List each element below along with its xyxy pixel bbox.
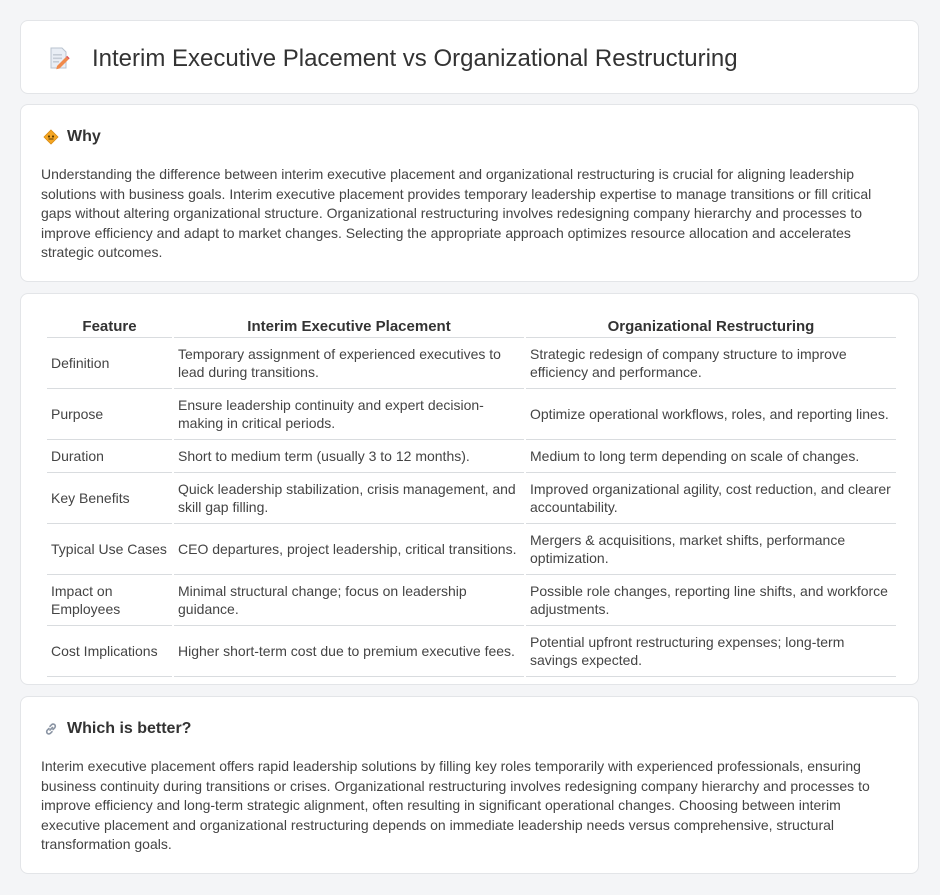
interim-cell: Temporary assignment of experienced exec… — [174, 338, 524, 389]
restructuring-cell: Strategic redesign of company structure … — [526, 338, 896, 389]
table-row: Typical Use Cases CEO departures, projec… — [47, 524, 896, 575]
better-heading: Which is better? — [67, 720, 192, 737]
comparison-table: Feature Interim Executive Placement Orga… — [45, 316, 898, 677]
restructuring-cell: Improved organizational agility, cost re… — [526, 473, 896, 524]
interim-cell: Higher short-term cost due to premium ex… — [174, 626, 524, 677]
interim-cell: CEO departures, project leadership, crit… — [174, 524, 524, 575]
table-header-row: Feature Interim Executive Placement Orga… — [47, 316, 896, 338]
restructuring-cell: Possible role changes, reporting line sh… — [526, 575, 896, 626]
why-text: Understanding the difference between int… — [41, 166, 872, 261]
feature-cell: Cost Implications — [47, 626, 172, 677]
page-title: Interim Executive Placement vs Organizat… — [92, 45, 738, 72]
table-row: Key Benefits Quick leadership stabilizat… — [47, 473, 896, 524]
feature-cell: Typical Use Cases — [47, 524, 172, 575]
better-heading-row: Which is better? — [43, 719, 191, 739]
restructuring-cell: Potential upfront restructuring expenses… — [526, 626, 896, 677]
link-icon — [43, 721, 59, 737]
table-row: Impact on Employees Minimal structural c… — [47, 575, 896, 626]
column-header-feature: Feature — [47, 316, 172, 338]
which-is-better-section: Which is better? Interim executive place… — [20, 696, 919, 874]
feature-cell: Key Benefits — [47, 473, 172, 524]
table-row: Duration Short to medium term (usually 3… — [47, 440, 896, 473]
restructuring-cell: Medium to long term depending on scale o… — [526, 440, 896, 473]
better-text: Interim executive placement offers rapid… — [41, 758, 870, 853]
feature-cell: Duration — [47, 440, 172, 473]
diamond-sign-icon — [43, 129, 59, 145]
table-row: Purpose Ensure leadership continuity and… — [47, 389, 896, 440]
interim-cell: Quick leadership stabilization, crisis m… — [174, 473, 524, 524]
column-header-interim: Interim Executive Placement — [174, 316, 524, 338]
interim-cell: Short to medium term (usually 3 to 12 mo… — [174, 440, 524, 473]
restructuring-cell: Optimize operational workflows, roles, a… — [526, 389, 896, 440]
why-heading-row: Why — [43, 127, 101, 147]
feature-cell: Purpose — [47, 389, 172, 440]
header-card: Interim Executive Placement vs Organizat… — [20, 20, 919, 94]
table-row: Definition Temporary assignment of exper… — [47, 338, 896, 389]
document-pencil-icon — [47, 46, 71, 70]
feature-cell: Impact on Employees — [47, 575, 172, 626]
why-heading: Why — [67, 128, 101, 145]
why-section: Why Understanding the difference between… — [20, 104, 919, 282]
interim-cell: Ensure leadership continuity and expert … — [174, 389, 524, 440]
comparison-section: Feature Interim Executive Placement Orga… — [20, 293, 919, 685]
feature-cell: Definition — [47, 338, 172, 389]
column-header-restructuring: Organizational Restructuring — [526, 316, 896, 338]
interim-cell: Minimal structural change; focus on lead… — [174, 575, 524, 626]
restructuring-cell: Mergers & acquisitions, market shifts, p… — [526, 524, 896, 575]
table-row: Cost Implications Higher short-term cost… — [47, 626, 896, 677]
